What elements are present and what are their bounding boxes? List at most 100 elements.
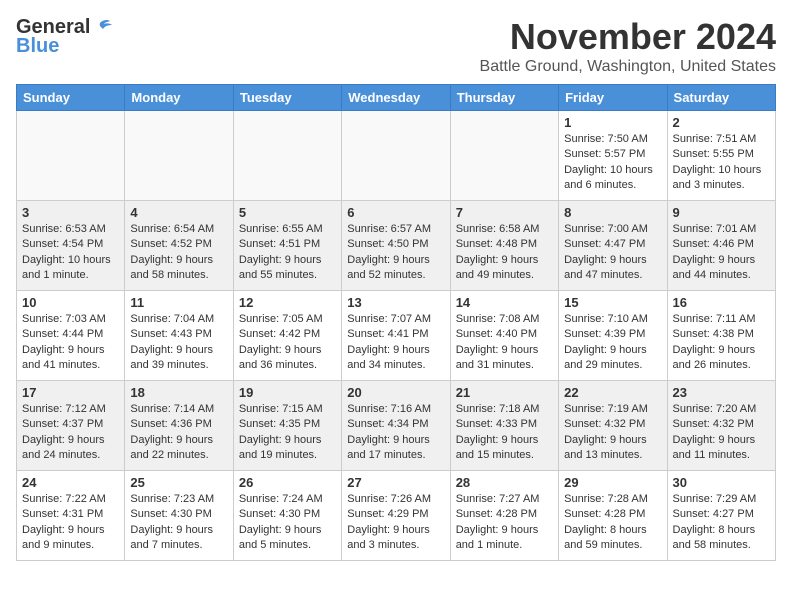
calendar-cell: 16 Sunrise: 7:11 AM Sunset: 4:38 PM Dayli… [667, 291, 775, 381]
weekday-header: Friday [559, 85, 667, 111]
day-info: Sunrise: 6:54 AM Sunset: 4:52 PM Dayligh… [130, 222, 227, 284]
weekday-header: Thursday [450, 85, 558, 111]
calendar-cell: 10 Sunrise: 7:03 AM Sunset: 4:44 PM Dayli… [17, 291, 125, 381]
day-number: 29 [564, 475, 661, 490]
calendar-cell: 12 Sunrise: 7:05 AM Sunset: 4:42 PM Dayli… [233, 291, 341, 381]
day-info: Sunrise: 7:11 AM Sunset: 4:38 PM Dayligh… [673, 312, 770, 374]
day-info: Sunrise: 6:58 AM Sunset: 4:48 PM Dayligh… [456, 222, 553, 284]
day-number: 25 [130, 475, 227, 490]
calendar-cell: 4 Sunrise: 6:54 AM Sunset: 4:52 PM Daylig… [125, 201, 233, 291]
logo-bird-icon [90, 19, 112, 37]
day-number: 4 [130, 205, 227, 220]
day-number: 5 [239, 205, 336, 220]
day-number: 20 [347, 385, 444, 400]
calendar-cell: 17 Sunrise: 7:12 AM Sunset: 4:37 PM Dayli… [17, 381, 125, 471]
calendar-cell: 28 Sunrise: 7:27 AM Sunset: 4:28 PM Dayli… [450, 471, 558, 561]
day-number: 27 [347, 475, 444, 490]
calendar-cell: 3 Sunrise: 6:53 AM Sunset: 4:54 PM Daylig… [17, 201, 125, 291]
day-info: Sunrise: 7:16 AM Sunset: 4:34 PM Dayligh… [347, 402, 444, 464]
calendar-cell: 30 Sunrise: 7:29 AM Sunset: 4:27 PM Dayli… [667, 471, 775, 561]
location-title: Battle Ground, Washington, United States [480, 58, 776, 76]
day-number: 30 [673, 475, 770, 490]
day-info: Sunrise: 7:15 AM Sunset: 4:35 PM Dayligh… [239, 402, 336, 464]
day-number: 14 [456, 295, 553, 310]
day-number: 16 [673, 295, 770, 310]
day-number: 13 [347, 295, 444, 310]
day-info: Sunrise: 7:27 AM Sunset: 4:28 PM Dayligh… [456, 492, 553, 554]
day-info: Sunrise: 6:55 AM Sunset: 4:51 PM Dayligh… [239, 222, 336, 284]
day-number: 3 [22, 205, 119, 220]
calendar-cell: 13 Sunrise: 7:07 AM Sunset: 4:41 PM Dayli… [342, 291, 450, 381]
title-area: November 2024 Battle Ground, Washington,… [480, 16, 776, 76]
day-info: Sunrise: 7:20 AM Sunset: 4:32 PM Dayligh… [673, 402, 770, 464]
calendar-cell: 14Sunrise: 7:08 AM Sunset: 4:40 PM Dayli… [450, 291, 558, 381]
page-header: General Blue November 2024 Battle Ground… [16, 16, 776, 76]
calendar-cell: 5 Sunrise: 6:55 AM Sunset: 4:51 PM Daylig… [233, 201, 341, 291]
calendar-cell: 25 Sunrise: 7:23 AM Sunset: 4:30 PM Dayli… [125, 471, 233, 561]
calendar-week-row: 17 Sunrise: 7:12 AM Sunset: 4:37 PM Dayli… [17, 381, 776, 471]
day-number: 19 [239, 385, 336, 400]
day-info: Sunrise: 7:07 AM Sunset: 4:41 PM Dayligh… [347, 312, 444, 374]
calendar-week-row: 1 Sunrise: 7:50 AM Sunset: 5:57 PM Daylig… [17, 111, 776, 201]
day-number: 2 [673, 115, 770, 130]
day-number: 10 [22, 295, 119, 310]
weekday-header: Monday [125, 85, 233, 111]
day-info: Sunrise: 7:18 AM Sunset: 4:33 PM Dayligh… [456, 402, 553, 464]
calendar-cell: 1 Sunrise: 7:50 AM Sunset: 5:57 PM Daylig… [559, 111, 667, 201]
day-info: Sunrise: 7:03 AM Sunset: 4:44 PM Dayligh… [22, 312, 119, 374]
calendar-cell [450, 111, 558, 201]
day-info: Sunrise: 7:05 AM Sunset: 4:42 PM Dayligh… [239, 312, 336, 374]
day-number: 7 [456, 205, 553, 220]
calendar-cell [233, 111, 341, 201]
calendar-cell: 8Sunrise: 7:00 AM Sunset: 4:47 PM Daylig… [559, 201, 667, 291]
calendar-cell: 18Sunrise: 7:14 AM Sunset: 4:36 PM Dayli… [125, 381, 233, 471]
calendar-cell: 26 Sunrise: 7:24 AM Sunset: 4:30 PM Dayli… [233, 471, 341, 561]
day-number: 8 [564, 205, 661, 220]
weekday-header: Wednesday [342, 85, 450, 111]
day-number: 24 [22, 475, 119, 490]
day-info: Sunrise: 7:10 AM Sunset: 4:39 PM Dayligh… [564, 312, 661, 374]
day-number: 12 [239, 295, 336, 310]
day-info: Sunrise: 7:24 AM Sunset: 4:30 PM Dayligh… [239, 492, 336, 554]
day-info: Sunrise: 7:04 AM Sunset: 4:43 PM Dayligh… [130, 312, 227, 374]
calendar-cell: 6Sunrise: 6:57 AM Sunset: 4:50 PM Daylig… [342, 201, 450, 291]
day-info: Sunrise: 7:50 AM Sunset: 5:57 PM Dayligh… [564, 132, 661, 194]
day-info: Sunrise: 7:23 AM Sunset: 4:30 PM Dayligh… [130, 492, 227, 554]
calendar-cell: 7 Sunrise: 6:58 AM Sunset: 4:48 PM Daylig… [450, 201, 558, 291]
calendar-cell: 27 Sunrise: 7:26 AM Sunset: 4:29 PM Dayli… [342, 471, 450, 561]
calendar-cell [342, 111, 450, 201]
day-info: Sunrise: 7:51 AM Sunset: 5:55 PM Dayligh… [673, 132, 770, 194]
day-number: 6 [347, 205, 444, 220]
day-info: Sunrise: 7:26 AM Sunset: 4:29 PM Dayligh… [347, 492, 444, 554]
calendar-cell: 15 Sunrise: 7:10 AM Sunset: 4:39 PM Dayli… [559, 291, 667, 381]
calendar-cell: 20 Sunrise: 7:16 AM Sunset: 4:34 PM Dayli… [342, 381, 450, 471]
day-info: Sunrise: 7:12 AM Sunset: 4:37 PM Dayligh… [22, 402, 119, 464]
day-number: 1 [564, 115, 661, 130]
calendar-week-row: 3 Sunrise: 6:53 AM Sunset: 4:54 PM Daylig… [17, 201, 776, 291]
day-number: 21 [456, 385, 553, 400]
calendar-cell [17, 111, 125, 201]
calendar-cell [125, 111, 233, 201]
weekday-header: Sunday [17, 85, 125, 111]
calendar-cell: 9 Sunrise: 7:01 AM Sunset: 4:46 PM Daylig… [667, 201, 775, 291]
calendar-cell: 11 Sunrise: 7:04 AM Sunset: 4:43 PM Dayli… [125, 291, 233, 381]
day-info: Sunrise: 7:01 AM Sunset: 4:46 PM Dayligh… [673, 222, 770, 284]
month-title: November 2024 [480, 16, 776, 58]
day-number: 28 [456, 475, 553, 490]
day-number: 15 [564, 295, 661, 310]
day-info: Sunrise: 6:53 AM Sunset: 4:54 PM Dayligh… [22, 222, 119, 284]
day-number: 11 [130, 295, 227, 310]
day-info: Sunrise: 7:29 AM Sunset: 4:27 PM Dayligh… [673, 492, 770, 554]
day-number: 17 [22, 385, 119, 400]
calendar-cell: 23 Sunrise: 7:20 AM Sunset: 4:32 PM Dayli… [667, 381, 775, 471]
day-number: 23 [673, 385, 770, 400]
calendar-cell: 21 Sunrise: 7:18 AM Sunset: 4:33 PM Dayli… [450, 381, 558, 471]
day-number: 9 [673, 205, 770, 220]
calendar-cell: 29Sunrise: 7:28 AM Sunset: 4:28 PM Dayli… [559, 471, 667, 561]
calendar-cell: 2 Sunrise: 7:51 AM Sunset: 5:55 PM Daylig… [667, 111, 775, 201]
day-number: 18 [130, 385, 227, 400]
day-number: 22 [564, 385, 661, 400]
calendar-cell: 24Sunrise: 7:22 AM Sunset: 4:31 PM Dayli… [17, 471, 125, 561]
calendar-cell: 22Sunrise: 7:19 AM Sunset: 4:32 PM Dayli… [559, 381, 667, 471]
day-number: 26 [239, 475, 336, 490]
